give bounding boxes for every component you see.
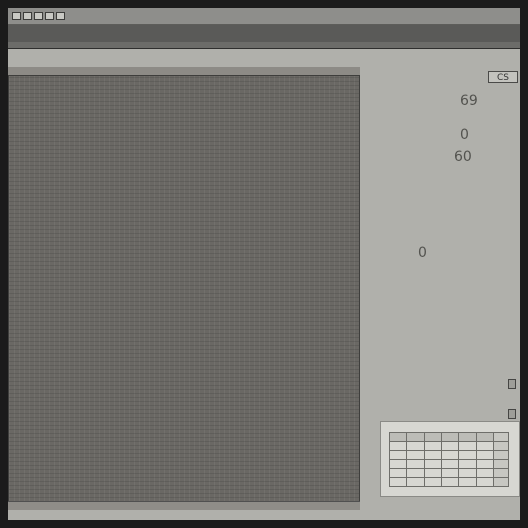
table-cell[interactable] bbox=[493, 468, 509, 478]
title-bar bbox=[8, 8, 520, 25]
table-cell[interactable] bbox=[406, 432, 425, 442]
side-value-1: 69 bbox=[460, 93, 478, 109]
table-cell[interactable] bbox=[475, 450, 495, 460]
scroll-marker-bottom[interactable] bbox=[508, 409, 516, 419]
table-cell[interactable] bbox=[423, 468, 442, 478]
table-cell[interactable] bbox=[440, 477, 460, 487]
table-cell[interactable] bbox=[475, 477, 495, 487]
table-cell[interactable] bbox=[458, 441, 477, 451]
table-cell[interactable] bbox=[475, 459, 495, 469]
table-cell[interactable] bbox=[440, 468, 460, 478]
table-cell[interactable] bbox=[388, 459, 408, 469]
table-cell[interactable] bbox=[423, 441, 442, 451]
table-cell[interactable] bbox=[458, 477, 477, 487]
table-cell[interactable] bbox=[493, 441, 509, 451]
table-cell[interactable] bbox=[406, 450, 425, 460]
table-cell[interactable] bbox=[493, 459, 509, 469]
table-row bbox=[388, 468, 509, 478]
toolbar bbox=[8, 25, 520, 49]
toolbar-strip bbox=[8, 42, 520, 48]
table-cell[interactable] bbox=[493, 432, 509, 442]
window-frame: CS 69 60 0 0 bbox=[8, 8, 520, 520]
table-cell[interactable] bbox=[423, 432, 442, 442]
table-cell[interactable] bbox=[388, 477, 408, 487]
table-row bbox=[388, 477, 509, 487]
table-cell[interactable] bbox=[458, 459, 477, 469]
table-cell[interactable] bbox=[423, 477, 442, 487]
window-control-4[interactable] bbox=[45, 12, 54, 20]
table-cell[interactable] bbox=[406, 441, 425, 451]
table-row bbox=[388, 450, 509, 460]
table-cell[interactable] bbox=[423, 459, 442, 469]
side-value-3: 0 bbox=[460, 127, 469, 143]
main-canvas[interactable] bbox=[8, 75, 360, 503]
table-cell[interactable] bbox=[388, 441, 408, 451]
table-cell[interactable] bbox=[458, 432, 477, 442]
table-cell[interactable] bbox=[440, 450, 460, 460]
table-cell[interactable] bbox=[440, 459, 460, 469]
scroll-marker-top[interactable] bbox=[508, 379, 516, 389]
table-row bbox=[388, 432, 509, 442]
table-cell[interactable] bbox=[440, 432, 460, 442]
table-cell[interactable] bbox=[475, 432, 495, 442]
table-cell[interactable] bbox=[406, 459, 425, 469]
table-cell[interactable] bbox=[458, 450, 477, 460]
properties-table bbox=[388, 432, 509, 487]
table-cell[interactable] bbox=[406, 477, 425, 487]
window-control-1[interactable] bbox=[12, 12, 21, 20]
table-cell[interactable] bbox=[423, 450, 442, 460]
table-row bbox=[388, 441, 509, 451]
window-control-2[interactable] bbox=[23, 12, 32, 20]
corner-badge[interactable]: CS bbox=[488, 71, 518, 83]
side-value-2: 60 bbox=[454, 149, 472, 165]
side-value-4: 0 bbox=[418, 245, 427, 261]
table-cell[interactable] bbox=[388, 432, 408, 442]
table-cell[interactable] bbox=[440, 441, 460, 451]
table-row bbox=[388, 459, 509, 469]
content-area: CS 69 60 0 0 bbox=[8, 49, 520, 520]
window-control-5[interactable] bbox=[56, 12, 65, 20]
table-cell[interactable] bbox=[493, 477, 509, 487]
table-cell[interactable] bbox=[475, 441, 495, 451]
table-cell[interactable] bbox=[493, 450, 509, 460]
canvas-footer bbox=[8, 501, 360, 510]
properties-panel bbox=[380, 421, 520, 497]
table-cell[interactable] bbox=[475, 468, 495, 478]
window-control-3[interactable] bbox=[34, 12, 43, 20]
table-cell[interactable] bbox=[388, 450, 408, 460]
table-cell[interactable] bbox=[406, 468, 425, 478]
table-cell[interactable] bbox=[458, 468, 477, 478]
table-cell[interactable] bbox=[388, 468, 408, 478]
